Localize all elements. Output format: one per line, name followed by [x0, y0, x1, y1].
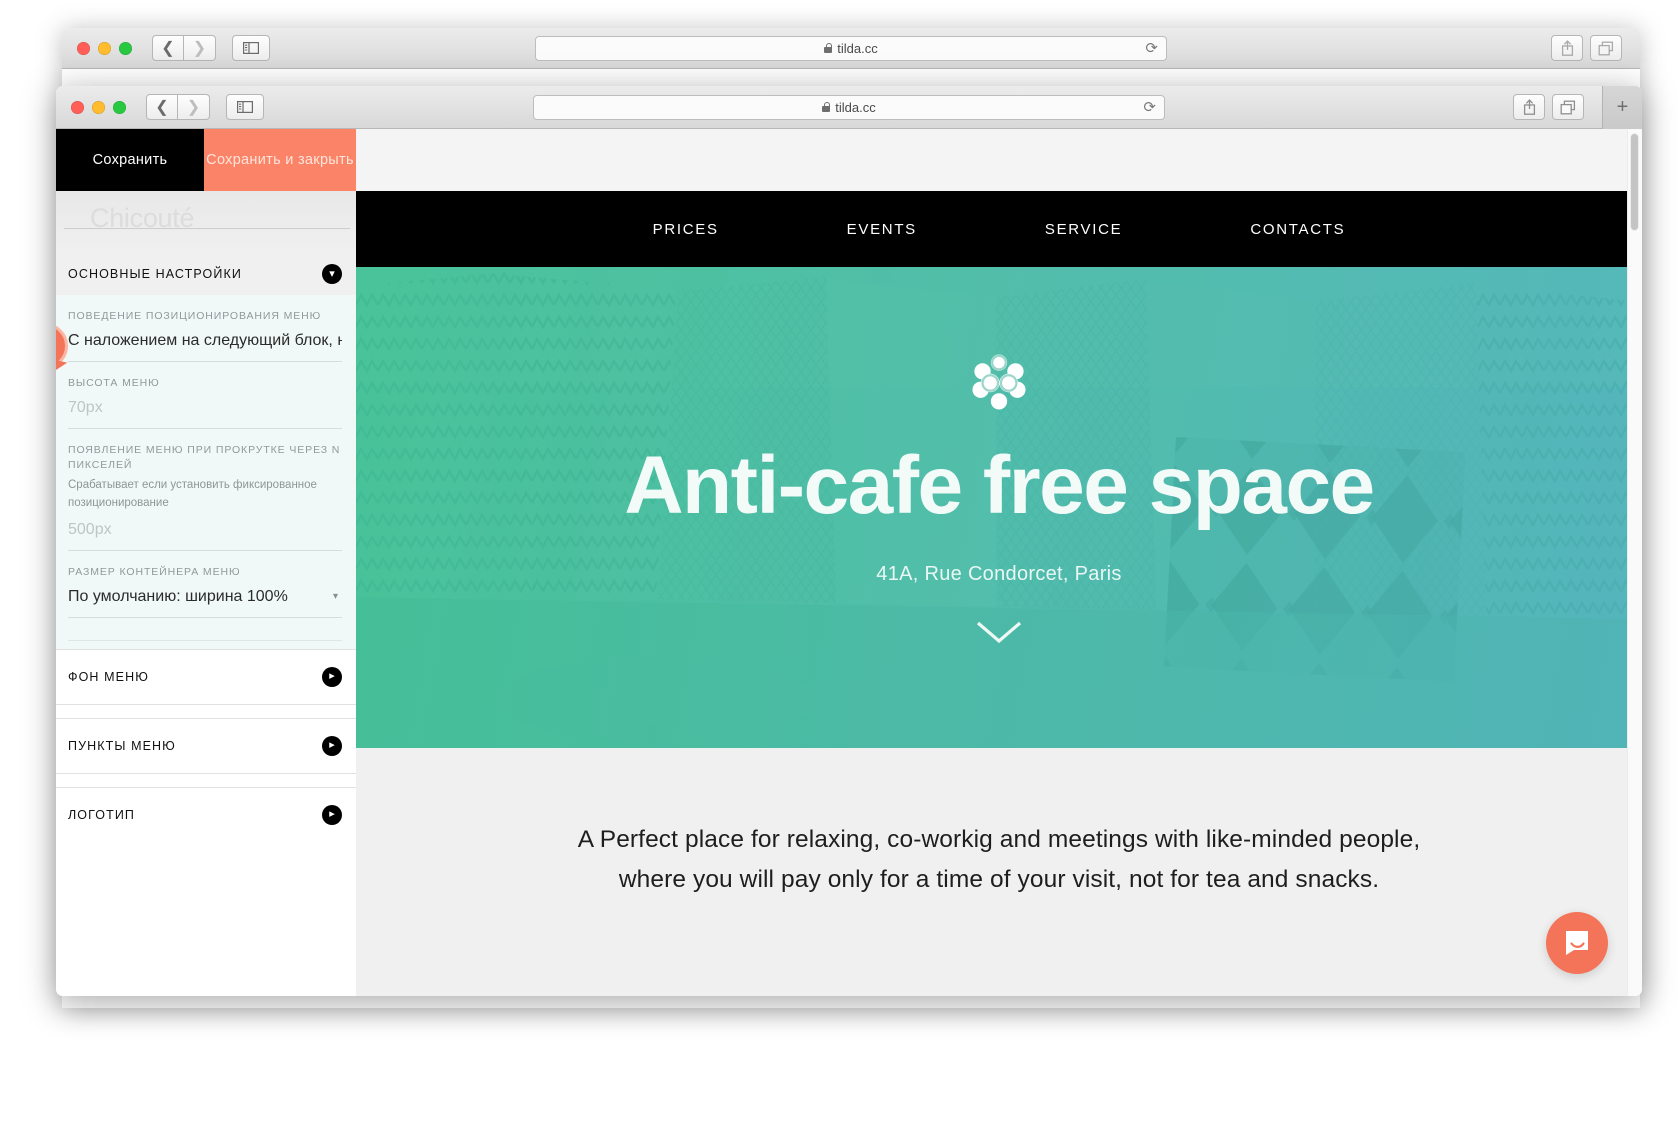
- dropdown-selected-value: По умолчанию: ширина 100%: [68, 587, 288, 605]
- section-header-label: ОСНОВНЫЕ НАСТРОЙКИ: [68, 267, 242, 281]
- minimize-window-button[interactable]: [92, 100, 105, 114]
- site-preview: PRICES EVENTS SERVICE CONTACTS Anti-cafe…: [356, 129, 1642, 996]
- chevron-right-circle-icon[interactable]: ▸: [322, 804, 342, 825]
- minimize-window-button[interactable]: [98, 41, 111, 55]
- divider: [64, 228, 350, 229]
- tabs-overview-icon[interactable]: [1552, 94, 1584, 120]
- hero-title: Anti-cafe free space: [624, 440, 1375, 531]
- maximize-window-button[interactable]: [113, 100, 126, 114]
- save-actions-bar: Сохранить Сохранить и закрыть: [56, 129, 356, 191]
- section-header-main-settings[interactable]: ОСНОВНЫЕ НАСТРОЙКИ ▾: [56, 253, 356, 295]
- share-icon[interactable]: [1513, 94, 1545, 120]
- background-window-titlebar: ❮ ❯ tilda.cc ⟳: [62, 28, 1640, 69]
- save-and-close-button[interactable]: Сохранить и закрыть: [204, 129, 356, 191]
- lock-icon: [824, 43, 833, 53]
- address-bar[interactable]: tilda.cc ⟳: [533, 94, 1165, 120]
- chevron-down-icon[interactable]: ▾: [333, 591, 338, 602]
- forward-icon[interactable]: ❯: [184, 35, 216, 61]
- url-text-group: tilda.cc: [824, 40, 878, 56]
- address-bar[interactable]: tilda.cc ⟳: [535, 35, 1167, 61]
- section-row-label: ЛОГОТИП: [68, 807, 136, 822]
- section-row-label: ПУНКТЫ МЕНЮ: [68, 738, 176, 753]
- divider: [68, 616, 342, 618]
- field-input-scroll-offset[interactable]: 500px: [68, 521, 342, 539]
- section-row-label: ФОН МЕНЮ: [68, 669, 149, 684]
- chevron-right-circle-icon[interactable]: ▸: [322, 666, 342, 687]
- back-icon[interactable]: ❮: [152, 35, 184, 61]
- share-icon[interactable]: [1551, 35, 1583, 61]
- nav-item-prices[interactable]: PRICES: [589, 221, 783, 238]
- nav-item-contacts[interactable]: CONTACTS: [1186, 221, 1409, 238]
- back-icon[interactable]: ❮: [146, 94, 178, 120]
- tabs-overview-icon[interactable]: [1590, 35, 1622, 61]
- close-window-button[interactable]: [71, 100, 84, 114]
- site-navigation-bar: PRICES EVENTS SERVICE CONTACTS: [356, 191, 1642, 267]
- section-row-logo[interactable]: ЛОГОТИП ▸: [56, 786, 356, 842]
- field-menu-appear-after-scroll[interactable]: ПОЯВЛЕНИЕ МЕНЮ ПРИ ПРОКРУТКЕ ЧЕРЕЗ N ПИК…: [56, 429, 356, 552]
- field-menu-height[interactable]: ВЫСОТА МЕНЮ 70px: [56, 362, 356, 430]
- chat-bubble-icon: [1566, 931, 1588, 955]
- window-traffic-lights[interactable]: [77, 41, 132, 55]
- sidebar-toggle-icon[interactable]: [232, 35, 270, 61]
- collapsed-sections-list: ФОН МЕНЮ ▸ ПУНКТЫ МЕНЮ ▸ ЛОГОТИП ▸: [56, 648, 356, 842]
- about-text-line-2: where you will pay only for a time of yo…: [618, 865, 1380, 893]
- reload-icon[interactable]: ⟳: [1145, 41, 1158, 56]
- active-window-titlebar: ❮ ❯ tilda.cc ⟳ +: [56, 86, 1642, 129]
- settings-sidebar: Сохранить Сохранить и закрыть Chicouté О…: [56, 129, 356, 996]
- flower-logo-icon: [972, 354, 1026, 410]
- navigation-buttons-group[interactable]: ❮ ❯: [146, 94, 210, 120]
- active-toolbar-right[interactable]: [1513, 94, 1584, 120]
- section-row-menu-items[interactable]: ПУНКТЫ МЕНЮ ▸: [56, 717, 356, 773]
- hero-subtitle: 41A, Rue Condorcet, Paris: [876, 563, 1122, 585]
- project-logo-text: Chicouté: [90, 203, 195, 233]
- url-text: tilda.cc: [837, 40, 878, 56]
- divider: [68, 639, 342, 641]
- field-caption: ПОЯВЛЕНИЕ МЕНЮ ПРИ ПРОКРУТКЕ ЧЕРЕЗ N ПИК…: [68, 444, 341, 471]
- close-window-button[interactable]: [77, 41, 90, 55]
- nav-item-service[interactable]: SERVICE: [981, 221, 1186, 238]
- active-browser-window[interactable]: ❮ ❯ tilda.cc ⟳ + Сохранить Сохранить и з…: [56, 86, 1642, 996]
- about-text-line-1: A Perfect place for relaxing, co-workig …: [577, 826, 1421, 853]
- hero-section: Anti-cafe free space 41A, Rue Condorcet,…: [356, 267, 1642, 748]
- sidebar-toggle-icon[interactable]: [226, 94, 264, 120]
- screenshot-root: ❮ ❯ tilda.cc ⟳ ❮ ❯ tilda.cc ⟳ + Сохранит…: [0, 0, 1678, 1136]
- field-caption: ВЫСОТА МЕНЮ: [68, 377, 160, 390]
- background-toolbar-right[interactable]: [1551, 35, 1622, 61]
- section-spacer: [56, 703, 356, 718]
- about-section: A Perfect place for relaxing, co-workig …: [356, 748, 1642, 900]
- hero-content: Anti-cafe free space 41A, Rue Condorcet,…: [356, 267, 1642, 748]
- save-button[interactable]: Сохранить: [56, 129, 204, 191]
- preview-top-gap: [356, 129, 1642, 191]
- new-tab-button[interactable]: +: [1602, 86, 1642, 129]
- url-text: tilda.cc: [835, 99, 876, 115]
- field-menu-positioning-behavior[interactable]: ПОВЕДЕНИЕ ПОЗИЦИОНИРОВАНИЯ МЕНЮ С наложе…: [56, 295, 356, 363]
- lock-icon: [822, 102, 831, 112]
- main-settings-panel: ПОВЕДЕНИЕ ПОЗИЦИОНИРОВАНИЯ МЕНЮ С наложе…: [56, 295, 356, 649]
- chevron-down-icon[interactable]: [975, 620, 1023, 644]
- chevron-right-circle-icon[interactable]: ▸: [322, 735, 342, 756]
- chevron-down-circle-icon[interactable]: ▾: [322, 264, 342, 284]
- field-value[interactable]: С наложением на следующий блок, но б: [68, 332, 342, 350]
- url-text-group: tilda.cc: [822, 99, 876, 115]
- dropdown-menu-container-size[interactable]: По умолчанию: ширина 100% ▾: [68, 588, 342, 606]
- field-caption: ПОВЕДЕНИЕ ПОЗИЦИОНИРОВАНИЯ МЕНЮ: [68, 310, 322, 322]
- field-menu-container-size[interactable]: РАЗМЕР КОНТЕЙНЕРА МЕНЮ По умолчанию: шир…: [56, 551, 356, 641]
- reload-icon[interactable]: ⟳: [1143, 100, 1156, 115]
- field-caption: РАЗМЕР КОНТЕЙНЕРА МЕНЮ: [68, 566, 241, 579]
- window-traffic-lights[interactable]: [71, 100, 126, 114]
- forward-icon[interactable]: ❯: [178, 94, 210, 120]
- project-logo-area: Chicouté: [56, 191, 356, 253]
- nav-item-events[interactable]: EVENTS: [783, 221, 981, 238]
- intercom-launcher-button[interactable]: [1546, 912, 1608, 974]
- section-row-menu-background[interactable]: ФОН МЕНЮ ▸: [56, 648, 356, 704]
- scrollbar-thumb[interactable]: [1630, 133, 1639, 231]
- field-hint: Срабатывает если установить фиксированно…: [68, 478, 317, 510]
- window-content: Сохранить Сохранить и закрыть Chicouté О…: [56, 129, 1642, 996]
- field-input-menu-height[interactable]: 70px: [68, 399, 342, 417]
- navigation-buttons-group[interactable]: ❮ ❯: [152, 35, 216, 61]
- section-spacer: [56, 772, 356, 787]
- maximize-window-button[interactable]: [119, 41, 132, 55]
